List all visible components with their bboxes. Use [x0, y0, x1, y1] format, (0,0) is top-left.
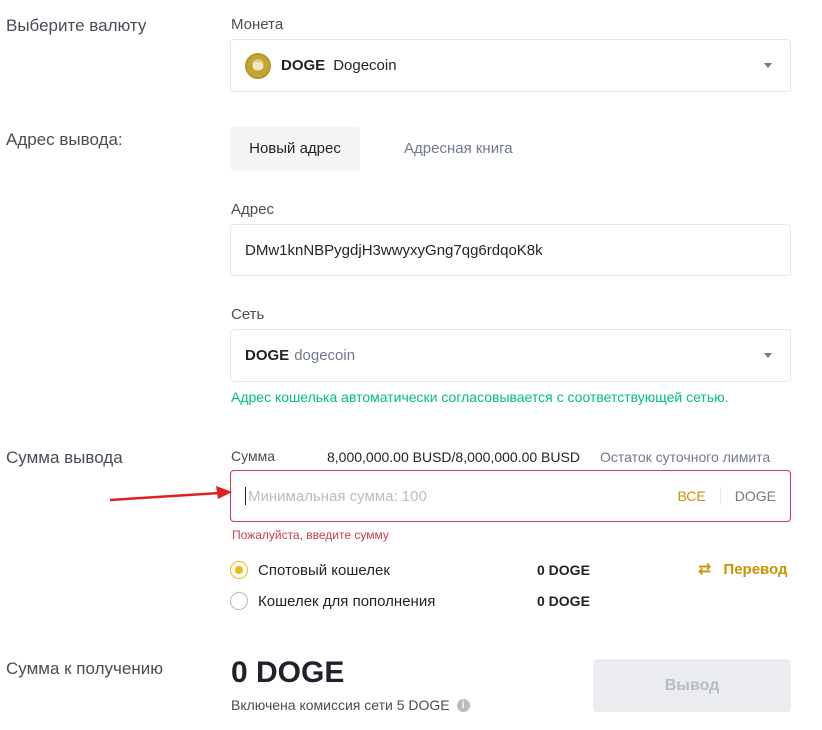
transfer-arrows-icon: ⇄: [698, 561, 712, 578]
red-arrow-annotation: [109, 486, 232, 502]
amount-unit: DOGE: [734, 488, 776, 504]
address-section-label: Адрес вывода:: [6, 130, 123, 149]
receive-section-label: Сумма к получению: [6, 659, 163, 678]
fee-text: Включена комиссия сети 5 DOGE: [231, 697, 450, 713]
coin-field-label: Монета: [231, 16, 284, 33]
network-ticker: DOGE: [245, 347, 290, 364]
network-fee-note: Включена комиссия сети 5 DOGE i: [231, 697, 470, 713]
daily-limit-label: Остаток суточного лимита: [600, 449, 771, 465]
receive-amount: 0 DOGE: [231, 656, 345, 689]
address-field-label: Адрес: [231, 201, 274, 218]
address-input[interactable]: DMw1knNBPygdjH3wwyxyGng7qg6rdqoK8k: [230, 224, 791, 276]
wallet-balance: 0 DOGE: [537, 562, 590, 578]
wallet-label: Кошелек для пополнения: [258, 592, 436, 610]
amount-field[interactable]: ВСЕ DOGE: [230, 470, 791, 522]
transfer-button[interactable]: ⇄ Перевод: [698, 559, 788, 579]
network-name: dogecoin: [294, 347, 356, 364]
coin-name: Dogecoin: [333, 57, 397, 74]
amount-input[interactable]: [248, 487, 664, 505]
chevron-down-icon: [764, 62, 772, 68]
text-cursor: [245, 487, 246, 505]
amount-field-label: Сумма: [231, 448, 275, 464]
radio-button-checked[interactable]: [230, 561, 248, 579]
network-hint: Адрес кошелька автоматически согласовыва…: [231, 389, 729, 405]
coin-ticker: DOGE: [281, 57, 326, 74]
max-button[interactable]: ВСЕ: [663, 488, 719, 504]
network-field-label: Сеть: [231, 306, 265, 323]
network-select[interactable]: DOGE dogecoin: [230, 329, 791, 382]
transfer-label: Перевод: [723, 560, 788, 578]
wallet-label: Спотовый кошелек: [258, 561, 390, 579]
amount-section-label: Сумма вывода: [6, 448, 123, 467]
currency-section-label: Выберите валюту: [6, 16, 147, 35]
radio-button[interactable]: [230, 592, 248, 610]
tab-address-book[interactable]: Адресная книга: [404, 126, 513, 171]
wallet-balance: 0 DOGE: [537, 593, 590, 609]
wallet-option-funding[interactable]: Кошелек для пополнения: [230, 592, 435, 610]
address-value: DMw1knNBPygdjH3wwyxyGng7qg6rdqoK8k: [245, 241, 543, 259]
wallet-option-spot[interactable]: Спотовый кошелек: [230, 561, 390, 579]
withdraw-button[interactable]: Вывод: [593, 659, 791, 712]
daily-limit-value: 8,000,000.00 BUSD/8,000,000.00 BUSD: [327, 449, 580, 465]
amount-error: Пожалуйста, введите сумму: [232, 528, 389, 542]
chevron-down-icon: [764, 352, 772, 358]
info-icon[interactable]: i: [456, 698, 470, 712]
tab-new-address[interactable]: Новый адрес: [230, 126, 360, 171]
dogecoin-icon: [245, 52, 271, 79]
coin-select[interactable]: DOGE Dogecoin: [230, 39, 791, 92]
